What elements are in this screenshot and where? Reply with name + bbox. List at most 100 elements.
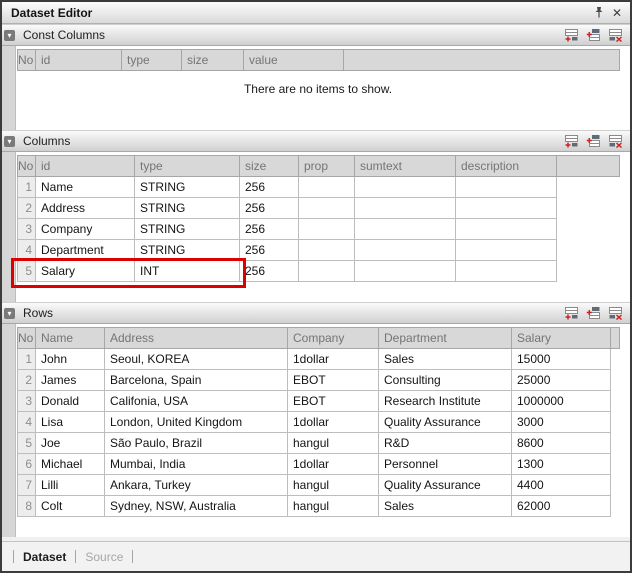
insert-row-button[interactable] (585, 134, 601, 149)
grid-cell[interactable]: 256 (240, 240, 299, 261)
grid-cell[interactable]: 25000 (512, 370, 611, 391)
add-row-button[interactable] (563, 134, 579, 149)
table-row[interactable]: 6MichaelMumbai, India1dollarPersonnel130… (18, 454, 620, 475)
grid-cell[interactable]: R&D (379, 433, 512, 454)
table-row[interactable]: 2AddressSTRING256 (18, 198, 620, 219)
grid-cell[interactable]: John (36, 349, 105, 370)
grid-cell[interactable] (299, 240, 355, 261)
grid-cell[interactable]: 256 (240, 219, 299, 240)
grid-cell[interactable]: hangul (288, 496, 379, 517)
grid-cell[interactable]: EBOT (288, 391, 379, 412)
grid-cell[interactable]: STRING (135, 177, 240, 198)
grid-cell[interactable] (299, 219, 355, 240)
row-number-cell[interactable]: 3 (18, 391, 36, 412)
row-number-cell[interactable]: 2 (18, 198, 36, 219)
grid-cell[interactable]: 4400 (512, 475, 611, 496)
grid-cell[interactable] (355, 177, 456, 198)
grid-cell[interactable]: Barcelona, Spain (105, 370, 288, 391)
grid-cell[interactable]: Quality Assurance (379, 475, 512, 496)
grid-cell[interactable]: 1dollar (288, 454, 379, 475)
row-number-cell[interactable]: 5 (18, 433, 36, 454)
grid-cell[interactable]: Sales (379, 496, 512, 517)
table-row[interactable]: 8ColtSydney, NSW, AustraliahangulSales62… (18, 496, 620, 517)
row-number-cell[interactable]: 7 (18, 475, 36, 496)
delete-row-button[interactable] (607, 28, 623, 43)
close-button[interactable]: ✕ (608, 5, 626, 21)
grid-cell[interactable]: 15000 (512, 349, 611, 370)
grid-cell[interactable]: Colt (36, 496, 105, 517)
grid-cell[interactable]: 1dollar (288, 412, 379, 433)
table-row[interactable]: 7LilliAnkara, TurkeyhangulQuality Assura… (18, 475, 620, 496)
grid-cell[interactable]: Donald (36, 391, 105, 412)
grid-cell[interactable]: 62000 (512, 496, 611, 517)
grid-cell[interactable]: Personnel (379, 454, 512, 475)
grid-cell[interactable]: 256 (240, 261, 299, 282)
grid-cell[interactable]: 1000000 (512, 391, 611, 412)
grid-cell[interactable]: 256 (240, 177, 299, 198)
table-row[interactable]: 3CompanySTRING256 (18, 219, 620, 240)
row-number-cell[interactable]: 3 (18, 219, 36, 240)
add-row-button[interactable] (563, 28, 579, 43)
row-number-cell[interactable]: 1 (18, 177, 36, 198)
grid-cell[interactable]: STRING (135, 198, 240, 219)
row-number-cell[interactable]: 1 (18, 349, 36, 370)
grid-cell[interactable] (299, 261, 355, 282)
grid-cell[interactable]: STRING (135, 219, 240, 240)
table-row[interactable]: 1NameSTRING256 (18, 177, 620, 198)
grid-cell[interactable] (355, 219, 456, 240)
table-row[interactable]: 2JamesBarcelona, SpainEBOTConsulting2500… (18, 370, 620, 391)
grid-cell[interactable]: Quality Assurance (379, 412, 512, 433)
grid-cell[interactable]: Michael (36, 454, 105, 475)
grid-cell[interactable]: 256 (240, 198, 299, 219)
tab-source[interactable]: Source (85, 550, 123, 564)
grid-cell[interactable] (456, 177, 557, 198)
grid-cell[interactable] (456, 198, 557, 219)
grid-cell[interactable]: Company (36, 219, 135, 240)
grid-cell[interactable] (355, 240, 456, 261)
grid-cell[interactable] (299, 177, 355, 198)
grid-cell[interactable]: Seoul, KOREA (105, 349, 288, 370)
grid-cell[interactable]: 1dollar (288, 349, 379, 370)
grid-cell[interactable]: Name (36, 177, 135, 198)
delete-row-button[interactable] (607, 306, 623, 321)
grid-cell[interactable]: Consulting (379, 370, 512, 391)
grid-cell[interactable]: Joe (36, 433, 105, 454)
grid-cell[interactable]: 1300 (512, 454, 611, 475)
grid-cell[interactable]: Lisa (36, 412, 105, 433)
row-number-cell[interactable]: 4 (18, 412, 36, 433)
row-number-cell[interactable]: 6 (18, 454, 36, 475)
grid-cell[interactable]: 8600 (512, 433, 611, 454)
add-row-button[interactable] (563, 306, 579, 321)
table-row[interactable]: 3DonaldCalifonia, USAEBOTResearch Instit… (18, 391, 620, 412)
grid-cell[interactable] (299, 198, 355, 219)
grid-cell[interactable]: Research Institute (379, 391, 512, 412)
table-row[interactable]: 4LisaLondon, United Kingdom1dollarQualit… (18, 412, 620, 433)
grid-cell[interactable]: James (36, 370, 105, 391)
grid-cell[interactable]: Mumbai, India (105, 454, 288, 475)
table-row[interactable]: 1JohnSeoul, KOREA1dollarSales15000 (18, 349, 620, 370)
grid-cell[interactable]: EBOT (288, 370, 379, 391)
grid-cell[interactable] (456, 219, 557, 240)
table-row[interactable]: 5JoeSão Paulo, BrazilhangulR&D8600 (18, 433, 620, 454)
row-number-cell[interactable]: 2 (18, 370, 36, 391)
grid-cell[interactable]: Califonia, USA (105, 391, 288, 412)
row-number-cell[interactable]: 8 (18, 496, 36, 517)
tab-dataset[interactable]: Dataset (23, 550, 66, 564)
collapse-button[interactable]: ▾ (4, 308, 15, 319)
grid-cell[interactable]: 3000 (512, 412, 611, 433)
grid-cell[interactable]: Lilli (36, 475, 105, 496)
insert-row-button[interactable] (585, 306, 601, 321)
collapse-button[interactable]: ▾ (4, 136, 15, 147)
grid-cell[interactable]: Sales (379, 349, 512, 370)
insert-row-button[interactable] (585, 28, 601, 43)
grid-cell[interactable] (456, 240, 557, 261)
collapse-button[interactable]: ▾ (4, 30, 15, 41)
pin-button[interactable] (590, 5, 608, 21)
grid-cell[interactable]: Sydney, NSW, Australia (105, 496, 288, 517)
delete-row-button[interactable] (607, 134, 623, 149)
grid-cell[interactable] (456, 261, 557, 282)
grid-cell[interactable]: Ankara, Turkey (105, 475, 288, 496)
grid-cell[interactable]: hangul (288, 475, 379, 496)
grid-cell[interactable]: London, United Kingdom (105, 412, 288, 433)
grid-cell[interactable]: Address (36, 198, 135, 219)
